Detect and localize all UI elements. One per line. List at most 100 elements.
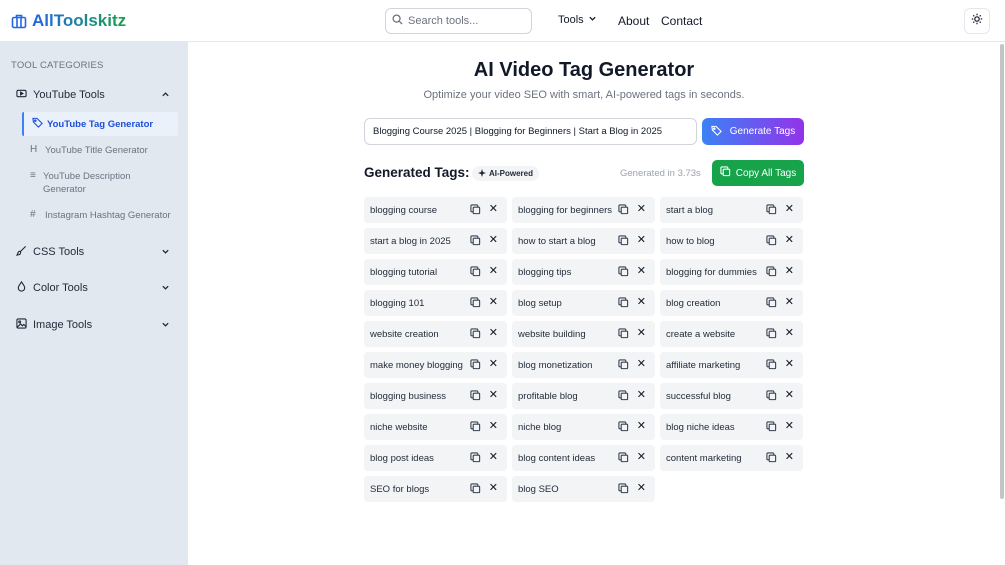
nav-contact-link[interactable]: Contact	[661, 14, 702, 28]
tag-chip[interactable]: SEO for blogs ✕	[364, 476, 507, 502]
copy-icon[interactable]	[470, 421, 481, 435]
sidebar-item-youtube-description-generator[interactable]: ≡ YouTube Description Generator	[22, 170, 152, 196]
close-icon[interactable]: ✕	[637, 358, 646, 370]
close-icon[interactable]: ✕	[489, 234, 498, 246]
category-image-tools[interactable]: Image Tools	[16, 318, 176, 332]
copy-icon[interactable]	[470, 328, 481, 342]
tag-chip[interactable]: blog monetization ✕	[512, 352, 655, 378]
close-icon[interactable]: ✕	[637, 451, 646, 463]
tag-chip[interactable]: niche blog ✕	[512, 414, 655, 440]
sidebar-item-youtube-tag-generator[interactable]: YouTube Tag Generator	[22, 112, 178, 136]
tag-chip[interactable]: blog setup ✕	[512, 290, 655, 316]
copy-icon[interactable]	[470, 483, 481, 497]
tag-chip[interactable]: blogging for dummies ✕	[660, 259, 803, 285]
close-icon[interactable]: ✕	[785, 203, 794, 215]
nav-about-link[interactable]: About	[618, 14, 649, 28]
tag-chip[interactable]: blog content ideas ✕	[512, 445, 655, 471]
copy-icon[interactable]	[766, 235, 777, 249]
close-icon[interactable]: ✕	[489, 327, 498, 339]
close-icon[interactable]: ✕	[489, 389, 498, 401]
tag-chip[interactable]: blog creation ✕	[660, 290, 803, 316]
close-icon[interactable]: ✕	[785, 420, 794, 432]
close-icon[interactable]: ✕	[637, 234, 646, 246]
tag-chip[interactable]: blogging for beginners ✕	[512, 197, 655, 223]
copy-icon[interactable]	[618, 204, 629, 218]
copy-icon[interactable]	[470, 359, 481, 373]
copy-icon[interactable]	[618, 452, 629, 466]
tag-chip[interactable]: create a website ✕	[660, 321, 803, 347]
tag-chip[interactable]: blog niche ideas ✕	[660, 414, 803, 440]
copy-icon[interactable]	[470, 452, 481, 466]
scrollbar[interactable]	[1000, 44, 1004, 499]
copy-icon[interactable]	[766, 204, 777, 218]
tag-chip[interactable]: niche website ✕	[364, 414, 507, 440]
video-title-input[interactable]	[364, 118, 697, 145]
tag-chip[interactable]: blogging business ✕	[364, 383, 507, 409]
tag-chip[interactable]: how to start a blog ✕	[512, 228, 655, 254]
close-icon[interactable]: ✕	[785, 358, 794, 370]
tag-chip[interactable]: blogging course ✕	[364, 197, 507, 223]
close-icon[interactable]: ✕	[637, 420, 646, 432]
close-icon[interactable]: ✕	[637, 389, 646, 401]
tag-chip[interactable]: start a blog ✕	[660, 197, 803, 223]
theme-toggle-button[interactable]	[964, 8, 990, 34]
close-icon[interactable]: ✕	[637, 265, 646, 277]
logo[interactable]: AllToolskitz	[11, 11, 126, 31]
close-icon[interactable]: ✕	[489, 482, 498, 494]
copy-all-tags-button[interactable]: Copy All Tags	[712, 160, 804, 186]
close-icon[interactable]: ✕	[489, 265, 498, 277]
close-icon[interactable]: ✕	[489, 203, 498, 215]
copy-icon[interactable]	[618, 421, 629, 435]
tag-chip[interactable]: profitable blog ✕	[512, 383, 655, 409]
sidebar-item-youtube-title-generator[interactable]: H YouTube Title Generator	[22, 144, 178, 157]
category-color-tools[interactable]: Color Tools	[16, 280, 176, 295]
sidebar-item-instagram-hashtag-generator[interactable]: # Instagram Hashtag Generator	[22, 209, 178, 222]
copy-icon[interactable]	[766, 328, 777, 342]
copy-icon[interactable]	[618, 297, 629, 311]
copy-icon[interactable]	[766, 297, 777, 311]
copy-icon[interactable]	[766, 452, 777, 466]
tag-chip[interactable]: how to blog ✕	[660, 228, 803, 254]
copy-icon[interactable]	[470, 266, 481, 280]
category-youtube-tools[interactable]: YouTube Tools	[16, 88, 176, 102]
tag-chip[interactable]: blog post ideas ✕	[364, 445, 507, 471]
tag-chip[interactable]: content marketing ✕	[660, 445, 803, 471]
close-icon[interactable]: ✕	[489, 451, 498, 463]
search-input[interactable]	[408, 15, 518, 27]
close-icon[interactable]: ✕	[637, 482, 646, 494]
close-icon[interactable]: ✕	[785, 265, 794, 277]
close-icon[interactable]: ✕	[637, 296, 646, 308]
tag-chip[interactable]: successful blog ✕	[660, 383, 803, 409]
copy-icon[interactable]	[618, 235, 629, 249]
close-icon[interactable]: ✕	[785, 234, 794, 246]
search-box[interactable]	[385, 8, 532, 34]
close-icon[interactable]: ✕	[785, 389, 794, 401]
close-icon[interactable]: ✕	[785, 296, 794, 308]
tag-chip[interactable]: affiliate marketing ✕	[660, 352, 803, 378]
copy-icon[interactable]	[470, 204, 481, 218]
generate-tags-button[interactable]: Generate Tags	[702, 118, 804, 145]
close-icon[interactable]: ✕	[489, 358, 498, 370]
tag-chip[interactable]: blog SEO ✕	[512, 476, 655, 502]
tag-chip[interactable]: blogging 101 ✕	[364, 290, 507, 316]
tag-chip[interactable]: start a blog in 2025 ✕	[364, 228, 507, 254]
copy-icon[interactable]	[470, 235, 481, 249]
copy-icon[interactable]	[618, 390, 629, 404]
copy-icon[interactable]	[470, 297, 481, 311]
tag-chip[interactable]: blogging tutorial ✕	[364, 259, 507, 285]
copy-icon[interactable]	[766, 266, 777, 280]
copy-icon[interactable]	[618, 359, 629, 373]
nav-tools-dropdown[interactable]: Tools	[558, 14, 597, 26]
copy-icon[interactable]	[766, 390, 777, 404]
close-icon[interactable]: ✕	[785, 327, 794, 339]
tag-chip[interactable]: blogging tips ✕	[512, 259, 655, 285]
tag-chip[interactable]: make money blogging ✕	[364, 352, 507, 378]
close-icon[interactable]: ✕	[785, 451, 794, 463]
copy-icon[interactable]	[618, 328, 629, 342]
copy-icon[interactable]	[618, 266, 629, 280]
copy-icon[interactable]	[470, 390, 481, 404]
close-icon[interactable]: ✕	[637, 203, 646, 215]
copy-icon[interactable]	[766, 421, 777, 435]
close-icon[interactable]: ✕	[637, 327, 646, 339]
category-css-tools[interactable]: CSS Tools	[15, 245, 176, 259]
